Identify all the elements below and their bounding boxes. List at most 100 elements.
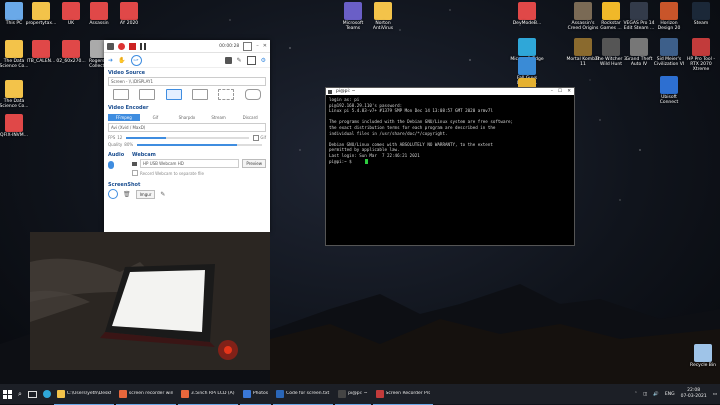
putty-terminal-window[interactable]: pi@pi: ~ ✕ ☐ – login as: pi pi@192.168.29… xyxy=(325,87,575,246)
desktop-icon[interactable]: propertytax... xyxy=(24,2,58,26)
fps-slider[interactable]: FPS 12 Gif xyxy=(108,134,266,141)
taskbar-app-label: pi@pi: ~ xyxy=(348,391,368,396)
desktop-icon[interactable]: ITB_CALEN... xyxy=(24,40,58,64)
desktop-icon[interactable]: HP Pro Tool - RTX 2070 Xtreme xyxy=(684,38,718,72)
camera-icon[interactable] xyxy=(107,42,114,50)
screen-recorder-window[interactable]: 00:00:28 – ✕ ➜ ✋ GIF ✎ ⚙ Video Source Sc… xyxy=(104,40,270,232)
screen-select-icon[interactable] xyxy=(243,41,253,51)
desktop-icon-label: Microsoft Teams xyxy=(342,21,364,31)
taskbar-app-label: 3.5inch RPi LCD (A)... xyxy=(190,391,235,396)
desktop-icon-label: Steam xyxy=(693,21,709,26)
taskbar-app[interactable]: C:\Users\yeth\Deskt... xyxy=(53,384,114,405)
windows-logo-icon xyxy=(3,389,12,399)
desktop-icon[interactable]: DevModeB... xyxy=(510,2,544,26)
notification-icon[interactable]: ▭ xyxy=(710,384,720,404)
desktop-icon[interactable]: Microsoft Teams xyxy=(336,2,370,31)
no-video-icon[interactable] xyxy=(113,89,130,100)
desktop-icon[interactable]: Horizon Design 20 xyxy=(652,2,686,31)
volume-icon[interactable]: 🔊 xyxy=(650,384,662,404)
trash-icon[interactable]: 🗑 xyxy=(123,191,131,198)
encoder-tab[interactable]: Gif xyxy=(140,114,172,121)
minimize-icon[interactable]: – xyxy=(551,88,553,95)
gif-checkbox[interactable] xyxy=(253,134,260,141)
taskbar-app-icon xyxy=(338,389,347,398)
app-icon xyxy=(574,38,592,56)
taskbar-app[interactable]: Code for screen.txt ... xyxy=(273,384,334,405)
imgur-button[interactable]: Imgur xyxy=(135,189,156,199)
search-icon[interactable]: ⌕ xyxy=(15,384,25,404)
desktop-icon[interactable]: Recycle Bin xyxy=(686,344,720,368)
desktop-icon[interactable]: Ubisoft Connect xyxy=(652,76,686,105)
encoder-tab[interactable]: Discard xyxy=(234,114,266,121)
start-button[interactable] xyxy=(0,384,15,404)
gif-toggle[interactable]: GIF xyxy=(130,54,142,66)
app-icon xyxy=(518,2,536,20)
task-view-icon[interactable] xyxy=(25,384,40,404)
taskbar-app[interactable]: 3.5inch RPi LCD (A)... xyxy=(177,384,238,405)
clock[interactable]: 22:08 07-03-2021 xyxy=(678,384,710,404)
preview-button[interactable]: Preview xyxy=(242,159,266,168)
clipboard-icon[interactable] xyxy=(108,189,118,199)
hand-icon[interactable]: ✋ xyxy=(118,57,125,64)
network-icon[interactable]: ◫ xyxy=(640,384,650,404)
tray-chevron-icon[interactable]: ˄ xyxy=(632,384,640,404)
desktop-icon[interactable]: Grand Theft Auto IV xyxy=(622,38,656,67)
folder-icon[interactable] xyxy=(224,56,232,64)
window-icon[interactable] xyxy=(139,89,156,100)
microphone-icon[interactable] xyxy=(108,161,114,169)
screenshot-heading: ScreenShot xyxy=(108,182,141,188)
taskbar-app-icon xyxy=(56,389,65,398)
quality-slider[interactable]: Quality 80% xyxy=(108,141,266,148)
desktop-icon[interactable]: Norton AntiVirus xyxy=(366,2,400,31)
desktop-icon-label: propertytax... xyxy=(25,21,57,26)
close-icon[interactable]: ✕ xyxy=(263,43,267,49)
desktop-icon[interactable]: QFIX-INVM... xyxy=(0,114,31,138)
separate-file-label: Record Webcam to separate file xyxy=(140,170,204,176)
app-icon xyxy=(660,38,678,56)
edge-pinned-icon[interactable] xyxy=(40,384,54,404)
screen-source-icon[interactable] xyxy=(165,89,182,100)
close-icon[interactable]: ✕ xyxy=(567,88,571,95)
video-source-select[interactable]: Screen - \\.\DISPLAY1 xyxy=(108,77,266,86)
desktop-icon[interactable]: Steam xyxy=(684,2,718,26)
taskbar-app[interactable]: Photos xyxy=(239,384,272,405)
taskbar-app[interactable]: screen recorder win... xyxy=(115,384,176,405)
desktop-icon[interactable]: The Data Science Co... xyxy=(0,80,31,109)
record-icon[interactable] xyxy=(118,42,125,50)
pencil-icon[interactable]: ✎ xyxy=(160,191,165,198)
desktop-icon[interactable]: AY 2020 xyxy=(112,2,146,26)
quality-value: 80% xyxy=(124,142,134,147)
webcam-source-icon[interactable] xyxy=(244,89,261,100)
encoder-tab[interactable]: FFmpeg xyxy=(108,114,140,121)
pause-icon[interactable] xyxy=(140,42,146,50)
region-icon[interactable] xyxy=(218,89,235,100)
pencil-icon[interactable]: ✎ xyxy=(237,57,242,64)
gear-icon[interactable]: ⚙ xyxy=(261,57,266,64)
terminal-output[interactable]: login as: pi pi@192.168.29.110's password… xyxy=(326,95,574,173)
desktop-icon[interactable]: Sid Meier's Civilization VI xyxy=(652,38,686,67)
screen-icon[interactable] xyxy=(246,55,256,65)
taskbar-app-label: Code for screen.txt ... xyxy=(286,391,331,396)
terminal-title-bar[interactable]: pi@pi: ~ ✕ ☐ – xyxy=(326,88,574,95)
quality-label: Quality xyxy=(108,142,123,147)
webcam-select[interactable]: HP USB Webcam HD xyxy=(140,159,240,168)
taskbar-app[interactable]: pi@pi: ~ xyxy=(335,384,371,405)
minimize-icon[interactable]: – xyxy=(256,43,259,49)
desktop-icon[interactable]: Assassin xyxy=(82,2,116,26)
taskbar-app[interactable]: Screen Recorder Pro xyxy=(372,384,433,405)
encoder-tab[interactable]: Sharpdx xyxy=(171,114,203,121)
app-icon xyxy=(694,344,712,362)
encoder-select[interactable]: Avi (Xvid / MaxD) xyxy=(108,123,266,132)
app-icon xyxy=(62,2,80,20)
display-icon[interactable] xyxy=(192,89,209,100)
language-indicator[interactable]: ENG xyxy=(662,384,678,404)
desktop-icon[interactable]: VEGAS Pro 14 Edit Steam ... xyxy=(622,2,656,31)
separate-file-checkbox[interactable] xyxy=(132,170,138,176)
desktop-icon-label: Assassin xyxy=(89,21,109,26)
maximize-icon[interactable]: ☐ xyxy=(558,88,562,95)
stop-icon[interactable] xyxy=(129,42,136,50)
desktop-icon-label: The Data Science Co... xyxy=(0,99,29,109)
encoder-tab[interactable]: Stream xyxy=(203,114,235,121)
app-icon xyxy=(344,2,362,20)
mouse-cursor-icon[interactable]: ➜ xyxy=(108,57,113,64)
